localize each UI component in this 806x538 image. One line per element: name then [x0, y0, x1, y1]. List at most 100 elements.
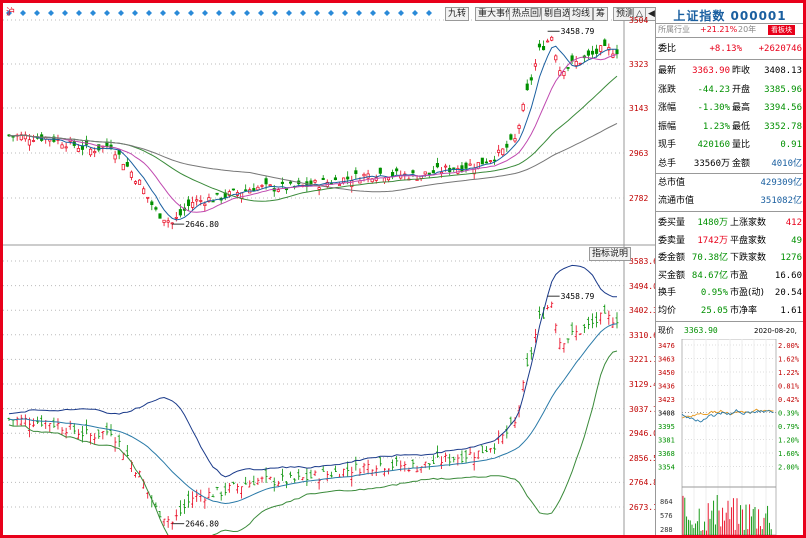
webi-row: 委比 +8.13% +2620746 [658, 44, 802, 54]
mini-y-left: 3408 [658, 410, 675, 418]
mini-frame [681, 339, 777, 535]
event-marker-icon [230, 10, 236, 16]
intraday-mini-chart[interactable]: 3476 2.00% 3463 1.62% 3450 1.22% 3436 0.81% 3423… [656, 339, 804, 535]
candle-body [333, 177, 337, 181]
candle-body [431, 170, 435, 174]
candle-body [460, 165, 464, 172]
candle-body [395, 168, 399, 172]
mini-y-left: 3381 [658, 437, 675, 445]
mini-vol-tick: 864 [660, 498, 673, 506]
candle-body [203, 203, 207, 206]
candle-body [464, 162, 468, 169]
candle-body [27, 139, 31, 146]
candle-body [386, 177, 391, 181]
quote-row: 涨幅 -1.30% 最高 3394.56 [658, 103, 802, 113]
candle-body [142, 188, 146, 195]
market-value-row: 总市值 429309亿 [658, 178, 802, 188]
event-marker-icon [160, 10, 166, 16]
candle-body [89, 148, 93, 156]
subtab-bar: 所属行业 +21.21% 20年 看板块 [658, 24, 802, 36]
candle-body [484, 161, 488, 164]
mini-y-right: 0.39% [778, 410, 800, 418]
subtab-industry[interactable]: 所属行业 [658, 24, 690, 36]
indicator-desc-button[interactable]: 指标说明 [589, 247, 632, 261]
candle-body [378, 167, 382, 174]
sub-low-label: 2646.80 [185, 520, 219, 529]
candle-body [542, 46, 546, 51]
candle-body [468, 163, 472, 166]
candle-body [280, 181, 284, 184]
sub-high-label: 3458.79 [561, 292, 595, 301]
mini-y-right: 1.60% [778, 450, 800, 458]
mini-y-right: 0.79% [778, 423, 800, 431]
candle-body [64, 146, 68, 149]
event-marker-icon [426, 10, 432, 16]
quote-row: 现手 420160 量比 0.91 [658, 140, 802, 150]
stats-row: 换手 0.95% 市盈(动) 20.54 [658, 288, 802, 298]
toolbar-button-0[interactable]: 九转 [445, 7, 470, 21]
event-marker-icon [132, 10, 138, 16]
event-marker-icon [384, 10, 390, 16]
candle-body [186, 199, 191, 207]
candle-body [60, 144, 64, 149]
candle-body [411, 170, 415, 174]
candle-body [268, 184, 272, 187]
candle-body [178, 209, 182, 216]
mini-y-left: 3395 [658, 423, 675, 431]
mini-y-left: 3450 [658, 369, 675, 377]
event-marker-icon [202, 10, 208, 16]
event-marker-icon [62, 10, 68, 16]
candle-body [191, 202, 195, 208]
event-marker-icon [244, 10, 250, 16]
candle-body [195, 199, 199, 202]
stats-row: 买金额 84.67亿 市盈 16.60 [658, 270, 802, 281]
toolbar-button-5[interactable]: 筹 [593, 7, 609, 21]
candle-body [599, 45, 603, 52]
boll-mid-line [8, 323, 618, 505]
stats-row: 委买量 1480万 上涨家数 412 [658, 218, 802, 228]
event-marker-icon [118, 10, 124, 16]
candle-body [289, 181, 293, 184]
candle-body [488, 160, 493, 162]
candle-body [80, 145, 84, 150]
candle-body [391, 172, 395, 177]
candle-body [562, 71, 566, 76]
stats-row: 均价 25.05 市净率 1.61 [658, 305, 802, 316]
candle-body [284, 188, 289, 191]
stats-row: 委卖量 1742万 平盘家数 49 [658, 235, 802, 246]
stats-row: 委金额 70.38亿 下跌家数 1276 [658, 253, 802, 263]
candle-body [166, 220, 170, 223]
event-marker-icon [146, 10, 152, 16]
ma20-line [8, 75, 618, 202]
chart-area[interactable]: 3458.79 2646.80 3458.79 2646.80 [3, 3, 655, 535]
mini-y-left: 3423 [658, 396, 675, 404]
mini-y-left: 3354 [658, 464, 675, 472]
mini-vol-tick: 288 [660, 526, 673, 534]
event-marker-icon [104, 10, 110, 16]
candle-body [529, 77, 533, 81]
candle-body [317, 187, 321, 190]
main-axis-tick: 2963 [629, 149, 649, 158]
view-sector-button[interactable]: 看板块 [768, 25, 795, 35]
event-marker-icon [398, 10, 404, 16]
mini-y-right: 2.00% [778, 342, 800, 350]
candle-body [138, 179, 142, 185]
main-axis-tick: 3323 [629, 60, 649, 69]
toolbar-button-4[interactable]: 均线 [569, 7, 594, 21]
event-marker-icon [174, 10, 180, 16]
candle-body [595, 48, 599, 54]
event-marker-icon [286, 10, 292, 16]
candle-body [423, 171, 427, 175]
candle-body [615, 49, 619, 55]
candle-body [313, 180, 317, 183]
quote-panel: 上证指数 000001 所属行业 +21.21% 20年 看板块 委比 +8.1… [655, 7, 804, 535]
mini-y-right: 1.62% [778, 356, 800, 364]
candle-body [435, 163, 440, 168]
candle-body [509, 134, 513, 140]
candle-body [346, 176, 350, 180]
event-marker-icon [412, 10, 418, 16]
candle-body [533, 63, 537, 67]
event-marker-icon [76, 10, 82, 16]
mini-y-right: 1.20% [778, 437, 800, 445]
candle-body [93, 151, 97, 154]
